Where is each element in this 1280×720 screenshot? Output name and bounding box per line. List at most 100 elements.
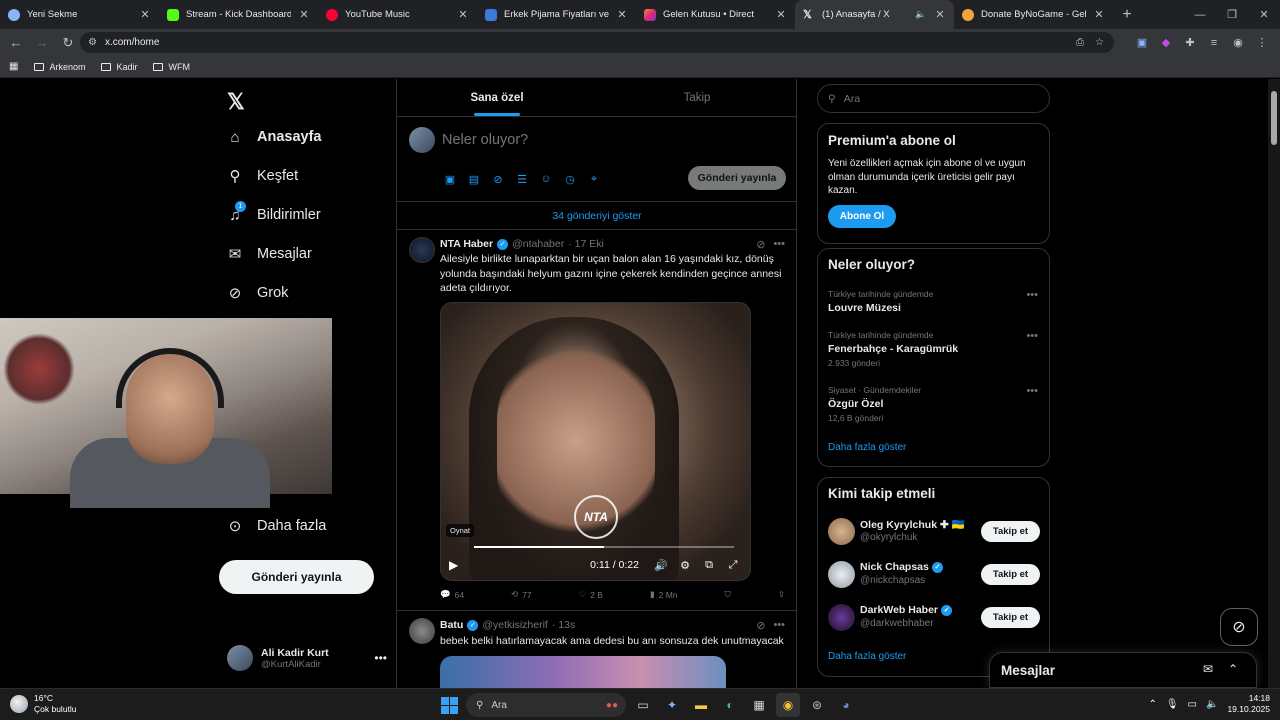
more-dots-icon[interactable]: ••• xyxy=(773,619,785,632)
discord-icon[interactable]: ◕ xyxy=(834,693,858,717)
emoji-icon[interactable]: ☺ xyxy=(538,171,554,187)
follow-suggestion[interactable]: Nick Chapsas ✓ @nickchapsas Takip et xyxy=(828,561,1040,589)
start-icon[interactable] xyxy=(437,693,461,717)
volume-icon[interactable]: 🔊 xyxy=(649,559,673,572)
more-dots-icon[interactable]: ••• xyxy=(1026,330,1038,342)
translate-icon[interactable]: ▣ xyxy=(1132,33,1152,53)
browser-tab[interactable]: Yeni Sekme ✕ xyxy=(0,0,159,29)
task-view-icon[interactable]: ▭ xyxy=(631,693,655,717)
compose-input[interactable]: Neler oluyor? xyxy=(442,132,528,148)
app-icon[interactable]: ⊛ xyxy=(805,693,829,717)
compose-post-button[interactable]: Gönderi yayınla xyxy=(688,166,786,190)
picture-in-picture-icon[interactable]: ⧉ xyxy=(697,559,721,572)
location-icon[interactable]: ⌖ xyxy=(586,171,602,187)
views-button[interactable]: ▮ 2 Mn xyxy=(650,589,678,600)
bookmark-star-icon[interactable]: ☆ xyxy=(1095,37,1104,48)
grok-icon[interactable]: ⊘ xyxy=(756,619,765,632)
site-info-icon[interactable]: ⚙ xyxy=(88,37,97,48)
subscribe-button[interactable]: Abone Ol xyxy=(828,205,896,228)
grok-icon[interactable]: ⊘ xyxy=(756,238,765,251)
microphone-icon[interactable]: 🎙 xyxy=(1166,699,1179,710)
trends-show-more[interactable]: Daha fazla göster xyxy=(828,442,906,453)
tweet-handle[interactable]: @yetkisizherif xyxy=(482,619,548,631)
post-button[interactable]: Gönderi yayınla xyxy=(219,560,374,594)
forward-icon[interactable]: → xyxy=(30,35,54,50)
tweet[interactable]: NTA Haber ✓ @ntahaber · 17 Eki ⊘ ••• Ail… xyxy=(397,230,797,610)
browser-tab[interactable]: Gelen Kutusu • Direct ✕ xyxy=(636,0,795,29)
grok-fab-icon[interactable]: ⊘ xyxy=(1220,608,1258,646)
follow-button[interactable]: Takip et xyxy=(981,564,1040,585)
tab-close-icon[interactable]: ✕ xyxy=(775,8,787,21)
browser-tab[interactable]: Erkek Pijama Fiyatları ve Modelleri ✕ xyxy=(477,0,636,29)
bookmark-folder[interactable]: Kadir xyxy=(101,62,137,72)
gif-icon[interactable]: ▤ xyxy=(466,171,482,187)
account-switcher[interactable]: Ali Kadir Kurt @KurtAliKadir ••• xyxy=(227,645,387,671)
browser-tab[interactable]: Stream - Kick Dashboard ✕ xyxy=(159,0,318,29)
new-tab-button[interactable]: + xyxy=(1113,6,1141,24)
tab-for-you[interactable]: Sana özel xyxy=(397,79,597,116)
tray-chevron-icon[interactable]: ⌃ xyxy=(1148,699,1156,710)
play-icon[interactable]: ▶ xyxy=(449,558,463,572)
browser-tab[interactable]: YouTube Music ✕ xyxy=(318,0,477,29)
search-input[interactable]: ⚲ Ara xyxy=(817,84,1050,113)
taskbar-search[interactable]: ⚲ Ara ●● xyxy=(466,693,626,717)
tab-close-icon[interactable]: ✕ xyxy=(298,8,310,21)
follow-suggestion[interactable]: Oleg Kyrylchuk ✚ 🇺🇦 @okyrylchuk Takip et xyxy=(828,518,1040,546)
bookmark-button[interactable]: ⛉ xyxy=(725,589,731,600)
store-icon[interactable]: ▦ xyxy=(747,693,771,717)
trend-item[interactable]: Siyaset · Gündemdekiler Özgür Özel 12,6 … xyxy=(828,385,1038,423)
nav-item-more[interactable]: ⊙ Daha fazla xyxy=(227,518,327,535)
tab-close-icon[interactable]: ✕ xyxy=(139,8,151,21)
settings-icon[interactable]: ⚙ xyxy=(673,559,697,572)
avatar[interactable] xyxy=(828,518,855,545)
bookmark-folder[interactable]: WFM xyxy=(153,62,190,72)
browser-tab-active[interactable]: 𝕏 (1) Anasayfa / X 🔈 ✕ xyxy=(795,0,954,29)
tweet-author[interactable]: NTA Haber xyxy=(440,238,493,250)
restore-icon[interactable]: ❐ xyxy=(1216,0,1248,29)
chrome-icon[interactable]: ◉ xyxy=(776,693,800,717)
tweet-time[interactable]: · 17 Eki xyxy=(568,238,604,250)
tweet-author[interactable]: Batu xyxy=(440,619,463,631)
repost-button[interactable]: ⟲ 77 xyxy=(511,589,532,600)
messages-dock[interactable]: Mesajlar ✉ ⌃ xyxy=(989,652,1257,688)
trend-item[interactable]: Türkiye tarihinde gündemde Fenerbahçe - … xyxy=(828,330,1038,368)
suggestion-name[interactable]: Nick Chapsas ✓ xyxy=(860,561,943,573)
like-button[interactable]: ♡ 2 B xyxy=(579,589,603,600)
puzzle-icon[interactable]: ✚ xyxy=(1180,33,1200,53)
apps-grid-icon[interactable]: ▦ xyxy=(9,61,18,72)
install-app-icon[interactable]: ⎙ xyxy=(1076,37,1084,48)
new-message-icon[interactable]: ✉ xyxy=(1203,662,1213,676)
nav-item-explore[interactable]: ⚲ Keşfet xyxy=(227,168,299,185)
expand-up-icon[interactable]: ⌃ xyxy=(1228,662,1238,676)
image-icon[interactable]: ▣ xyxy=(442,171,458,187)
schedule-icon[interactable]: ◷ xyxy=(562,171,578,187)
browser-tab[interactable]: Donate ByNoGame - Gelen/Giden ✕ xyxy=(954,0,1113,29)
speaker-icon[interactable]: 🔈 xyxy=(1206,699,1218,710)
copilot-icon[interactable]: ✦ xyxy=(660,693,684,717)
file-explorer-icon[interactable]: ▬ xyxy=(689,693,713,717)
more-dots-icon[interactable]: ••• xyxy=(374,651,387,665)
tweet-time[interactable]: · 13s xyxy=(552,619,575,631)
follow-show-more[interactable]: Daha fazla göster xyxy=(828,651,906,662)
share-button[interactable]: ⇪ xyxy=(778,589,785,600)
tab-audio-icon[interactable]: 🔈 xyxy=(915,9,927,20)
tab-close-icon[interactable]: ✕ xyxy=(616,8,628,21)
suggestion-name[interactable]: DarkWeb Haber ✓ xyxy=(860,604,953,616)
nav-item-messages[interactable]: ✉ Mesajlar xyxy=(227,246,312,263)
avatar[interactable] xyxy=(409,237,435,263)
nav-item-notifications[interactable]: ♫ 1 Bildirimler xyxy=(227,201,321,224)
back-icon[interactable]: ← xyxy=(4,35,28,50)
media-control-icon[interactable]: ≡ xyxy=(1204,33,1224,53)
more-dots-icon[interactable]: ••• xyxy=(1026,385,1038,397)
url-bar[interactable]: ⚙ x.com/home ⎙ ☆ xyxy=(80,32,1114,53)
avatar[interactable] xyxy=(409,618,435,644)
tweet-media[interactable] xyxy=(440,656,726,688)
menu-icon[interactable]: ⋮ xyxy=(1252,33,1272,53)
follow-suggestion[interactable]: DarkWeb Haber ✓ @darkwebhaber Takip et xyxy=(828,604,1040,632)
follow-button[interactable]: Takip et xyxy=(981,521,1040,542)
reply-button[interactable]: 💬 64 xyxy=(440,589,464,600)
fullscreen-icon[interactable]: ⤢ xyxy=(721,559,745,572)
display-icon[interactable]: ▭ xyxy=(1188,699,1197,710)
nav-item-home[interactable]: ⌂ Anasayfa xyxy=(227,129,321,146)
profile-icon[interactable]: ◉ xyxy=(1228,33,1248,53)
